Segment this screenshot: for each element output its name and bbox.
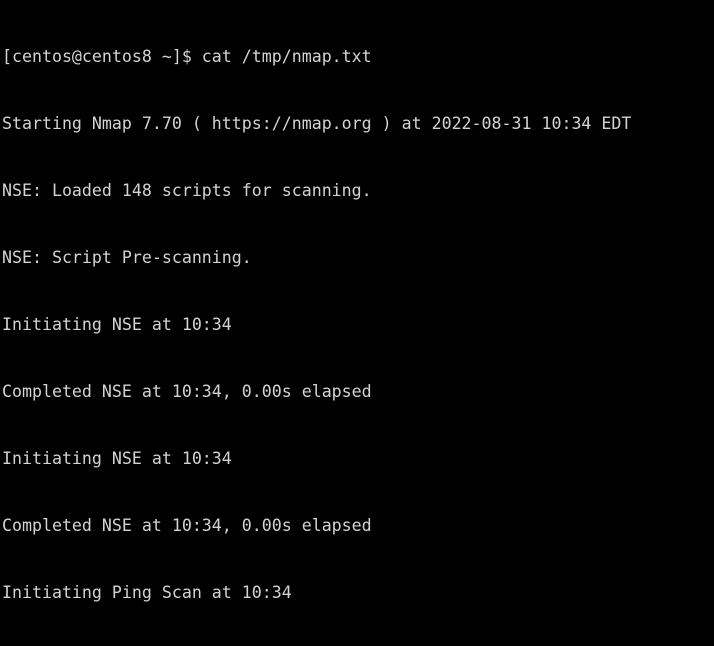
terminal-line-initiating-nse-2: Initiating NSE at 10:34 [2, 448, 232, 468]
terminal-line-completed-nse-2: Completed NSE at 10:34, 0.00s elapsed [2, 515, 372, 535]
terminal-screen[interactable]: [centos@centos8 ~]$ cat /tmp/nmap.txt St… [0, 0, 714, 646]
terminal-line-completed-nse-1: Completed NSE at 10:34, 0.00s elapsed [2, 381, 372, 401]
terminal-line-nse-loaded: NSE: Loaded 148 scripts for scanning. [2, 180, 372, 200]
terminal-line-initiating-ping-scan: Initiating Ping Scan at 10:34 [2, 582, 292, 602]
terminal-line-initiating-nse-1: Initiating NSE at 10:34 [2, 314, 232, 334]
terminal-line-nse-prescanning: NSE: Script Pre-scanning. [2, 247, 252, 267]
terminal-line-nmap-banner: Starting Nmap 7.70 ( https://nmap.org ) … [2, 113, 632, 133]
terminal-line-prompt-command: [centos@centos8 ~]$ cat /tmp/nmap.txt [2, 46, 372, 66]
